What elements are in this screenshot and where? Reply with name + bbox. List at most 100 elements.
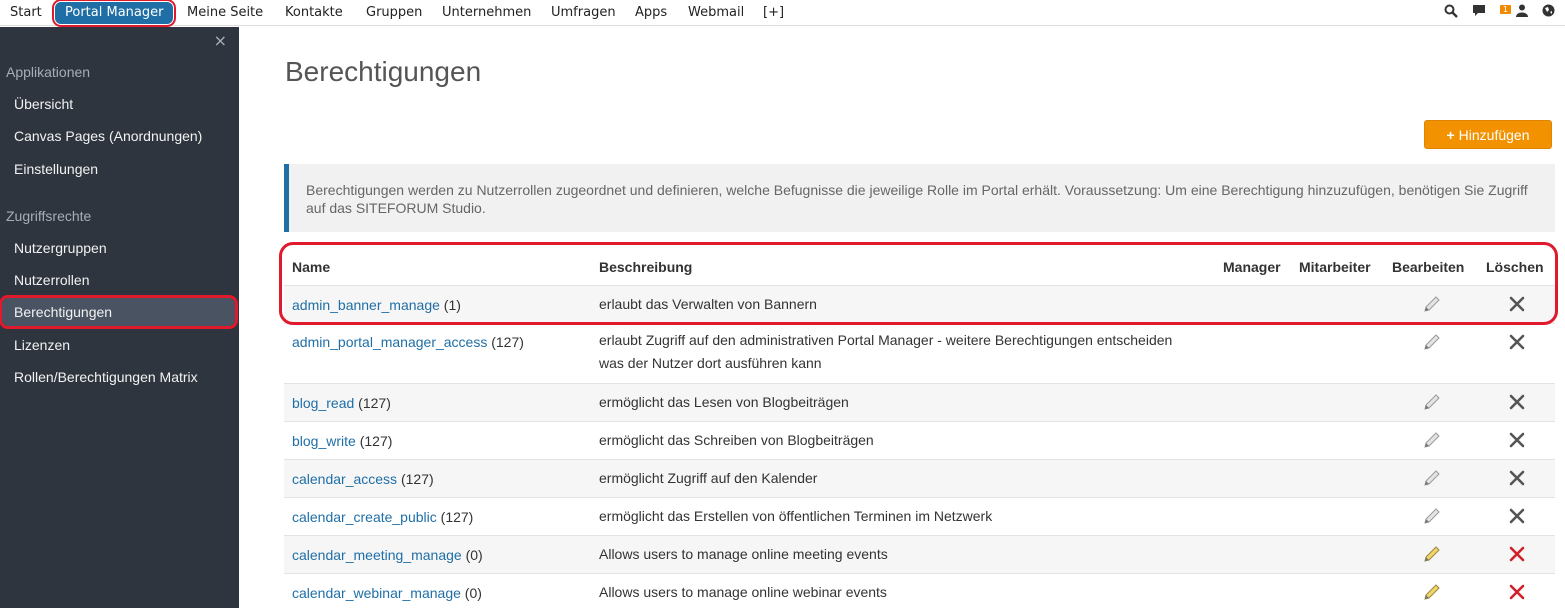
header-mitarbeiter[interactable]: Mitarbeiter bbox=[1299, 259, 1371, 275]
permission-description: ermöglicht das Erstellen von öffentliche… bbox=[599, 505, 992, 528]
permission-link[interactable]: calendar_access bbox=[292, 471, 397, 487]
messages-icon[interactable]: 1 bbox=[1472, 4, 1511, 22]
top-navigation: Start Portal Manager Meine Seite Kontakt… bbox=[0, 0, 1565, 27]
nav-portal-manager[interactable]: Portal Manager bbox=[51, 0, 177, 27]
permission-link[interactable]: calendar_meeting_manage bbox=[292, 547, 462, 563]
description-line-1: Allows users to manage online meeting ev… bbox=[599, 546, 888, 562]
permission-name-cell: admin_portal_manager_access (127) bbox=[292, 334, 524, 350]
messages-badge: 1 bbox=[1499, 5, 1511, 14]
nav-kontakte[interactable]: Kontakte bbox=[285, 0, 343, 26]
sidebar: × Applikationen Übersicht Canvas Pages (… bbox=[0, 27, 239, 608]
header-loeschen: Löschen bbox=[1486, 259, 1544, 275]
sidebar-item-lizenzen[interactable]: Lizenzen bbox=[0, 331, 239, 359]
permission-link[interactable]: blog_write bbox=[292, 433, 356, 449]
description-line-1: Allows users to manage online webinar ev… bbox=[599, 584, 887, 600]
sidebar-item-berechtigungen[interactable]: Berechtigungen bbox=[0, 295, 238, 329]
sidebar-item-nutzerrollen[interactable]: Nutzerrollen bbox=[0, 266, 239, 294]
table-row: admin_portal_manager_access (127) erlaubt… bbox=[284, 324, 1555, 384]
user-icon[interactable] bbox=[1516, 4, 1528, 22]
permission-count: (127) bbox=[358, 395, 391, 411]
permission-name-cell: calendar_webinar_manage (0) bbox=[292, 585, 482, 601]
info-text: Berechtigungen werden zu Nutzerrollen zu… bbox=[306, 182, 1528, 216]
description-line-2: was der Nutzer dort ausführen kann bbox=[599, 355, 822, 371]
edit-pencil-icon[interactable] bbox=[1422, 295, 1442, 313]
nav-meine-seite[interactable]: Meine Seite bbox=[187, 0, 263, 26]
table-row: blog_read (127) ermöglicht das Lesen von … bbox=[284, 384, 1555, 422]
edit-pencil-icon[interactable] bbox=[1422, 583, 1442, 601]
delete-x-icon[interactable] bbox=[1509, 584, 1529, 602]
nav-umfragen[interactable]: Umfragen bbox=[551, 0, 616, 26]
sidebar-section-applikationen: Applikationen bbox=[6, 64, 91, 80]
permission-link[interactable]: calendar_create_public bbox=[292, 509, 437, 525]
edit-pencil-icon[interactable] bbox=[1422, 507, 1442, 525]
permission-link[interactable]: calendar_webinar_manage bbox=[292, 585, 461, 601]
header-name[interactable]: Name bbox=[292, 259, 330, 275]
nav-webmail[interactable]: Webmail bbox=[688, 0, 744, 26]
delete-x-icon[interactable] bbox=[1509, 546, 1529, 564]
table-row: calendar_access (127) ermöglicht Zugriff … bbox=[284, 460, 1555, 498]
nav-start[interactable]: Start bbox=[10, 0, 42, 26]
globe-icon[interactable] bbox=[1542, 4, 1555, 22]
delete-x-icon[interactable] bbox=[1509, 432, 1529, 450]
sidebar-item-uebersicht[interactable]: Übersicht bbox=[0, 90, 239, 118]
permission-description: Allows users to manage online meeting ev… bbox=[599, 543, 888, 566]
sidebar-section-zugriffsrechte: Zugriffsrechte bbox=[6, 208, 92, 224]
header-bearbeiten: Bearbeiten bbox=[1392, 259, 1465, 275]
permission-count: (0) bbox=[465, 547, 483, 563]
permission-name-cell: calendar_meeting_manage (0) bbox=[292, 547, 483, 563]
permission-link[interactable]: admin_portal_manager_access bbox=[292, 334, 487, 350]
sidebar-item-canvas-pages[interactable]: Canvas Pages (Anordnungen) bbox=[0, 122, 239, 150]
edit-pencil-icon[interactable] bbox=[1422, 469, 1442, 487]
delete-x-icon[interactable] bbox=[1509, 334, 1529, 352]
description-line-1: erlaubt Zugriff auf den administrativen … bbox=[599, 332, 1173, 348]
permission-count: (127) bbox=[491, 334, 524, 350]
add-button-label: Hinzufügen bbox=[1458, 127, 1530, 143]
delete-x-icon[interactable] bbox=[1509, 394, 1529, 412]
permission-count: (127) bbox=[359, 433, 393, 449]
table-row: calendar_webinar_manage (0) Allows users … bbox=[284, 574, 1555, 608]
permission-name-cell: blog_write (127) bbox=[292, 433, 392, 449]
permission-link[interactable]: blog_read bbox=[292, 395, 354, 411]
description-line-1: ermöglicht Zugriff auf den Kalender bbox=[599, 470, 818, 486]
permission-description: ermöglicht das Schreiben von Blogbeiträg… bbox=[599, 429, 874, 452]
permission-name-cell: admin_banner_manage (1) bbox=[292, 297, 461, 313]
header-manager[interactable]: Manager bbox=[1223, 259, 1281, 275]
description-line-1: ermöglicht das Erstellen von öffentliche… bbox=[599, 508, 993, 524]
permission-count: (1) bbox=[443, 297, 461, 313]
nav-gruppen[interactable]: Gruppen bbox=[366, 0, 422, 26]
permission-count: (0) bbox=[464, 585, 482, 601]
plus-icon: + bbox=[1446, 127, 1455, 143]
permission-name-cell: calendar_create_public (127) bbox=[292, 509, 473, 525]
nav-apps[interactable]: Apps bbox=[635, 0, 667, 26]
sidebar-item-rollen-matrix[interactable]: Rollen/Berechtigungen Matrix bbox=[0, 363, 239, 391]
delete-x-icon[interactable] bbox=[1509, 296, 1529, 314]
sidebar-item-nutzergruppen[interactable]: Nutzergruppen bbox=[0, 234, 239, 262]
description-line-1: erlaubt das Verwalten von Bannern bbox=[599, 296, 817, 312]
sidebar-item-einstellungen[interactable]: Einstellungen bbox=[0, 155, 239, 183]
table-row: blog_write (127) ermöglicht das Schreiben… bbox=[284, 422, 1555, 460]
delete-x-icon[interactable] bbox=[1509, 470, 1529, 488]
edit-pencil-icon[interactable] bbox=[1422, 333, 1442, 351]
permission-link[interactable]: admin_banner_manage bbox=[292, 297, 440, 313]
sidebar-close-icon[interactable]: × bbox=[214, 31, 227, 50]
table-header-row: Name Beschreibung Manager Mitarbeiter Be… bbox=[284, 246, 1555, 286]
delete-x-icon[interactable] bbox=[1509, 508, 1529, 526]
description-line-1: ermöglicht das Schreiben von Blogbeiträg… bbox=[599, 432, 874, 448]
permission-name-cell: calendar_access (127) bbox=[292, 471, 434, 487]
nav-unternehmen[interactable]: Unternehmen bbox=[442, 0, 531, 26]
description-line-1: ermöglicht das Lesen von Blogbeiträgen bbox=[599, 394, 849, 410]
permission-name-cell: blog_read (127) bbox=[292, 395, 391, 411]
add-button[interactable]: + Hinzufügen bbox=[1424, 120, 1552, 149]
search-icon[interactable] bbox=[1444, 4, 1459, 23]
permission-description: Allows users to manage online webinar ev… bbox=[599, 581, 887, 604]
permission-description: ermöglicht das Lesen von Blogbeiträgen bbox=[599, 391, 849, 414]
header-description[interactable]: Beschreibung bbox=[599, 259, 692, 275]
edit-pencil-icon[interactable] bbox=[1422, 545, 1442, 563]
edit-pencil-icon[interactable] bbox=[1422, 393, 1442, 411]
permission-description: erlaubt Zugriff auf den administrativen … bbox=[599, 329, 1172, 375]
nav-more[interactable]: [+] bbox=[763, 0, 784, 26]
edit-pencil-icon[interactable] bbox=[1422, 431, 1442, 449]
permission-description: erlaubt das Verwalten von Bannern bbox=[599, 293, 817, 316]
top-icons: 1 bbox=[1444, 0, 1555, 26]
permission-description: ermöglicht Zugriff auf den Kalender bbox=[599, 467, 817, 490]
